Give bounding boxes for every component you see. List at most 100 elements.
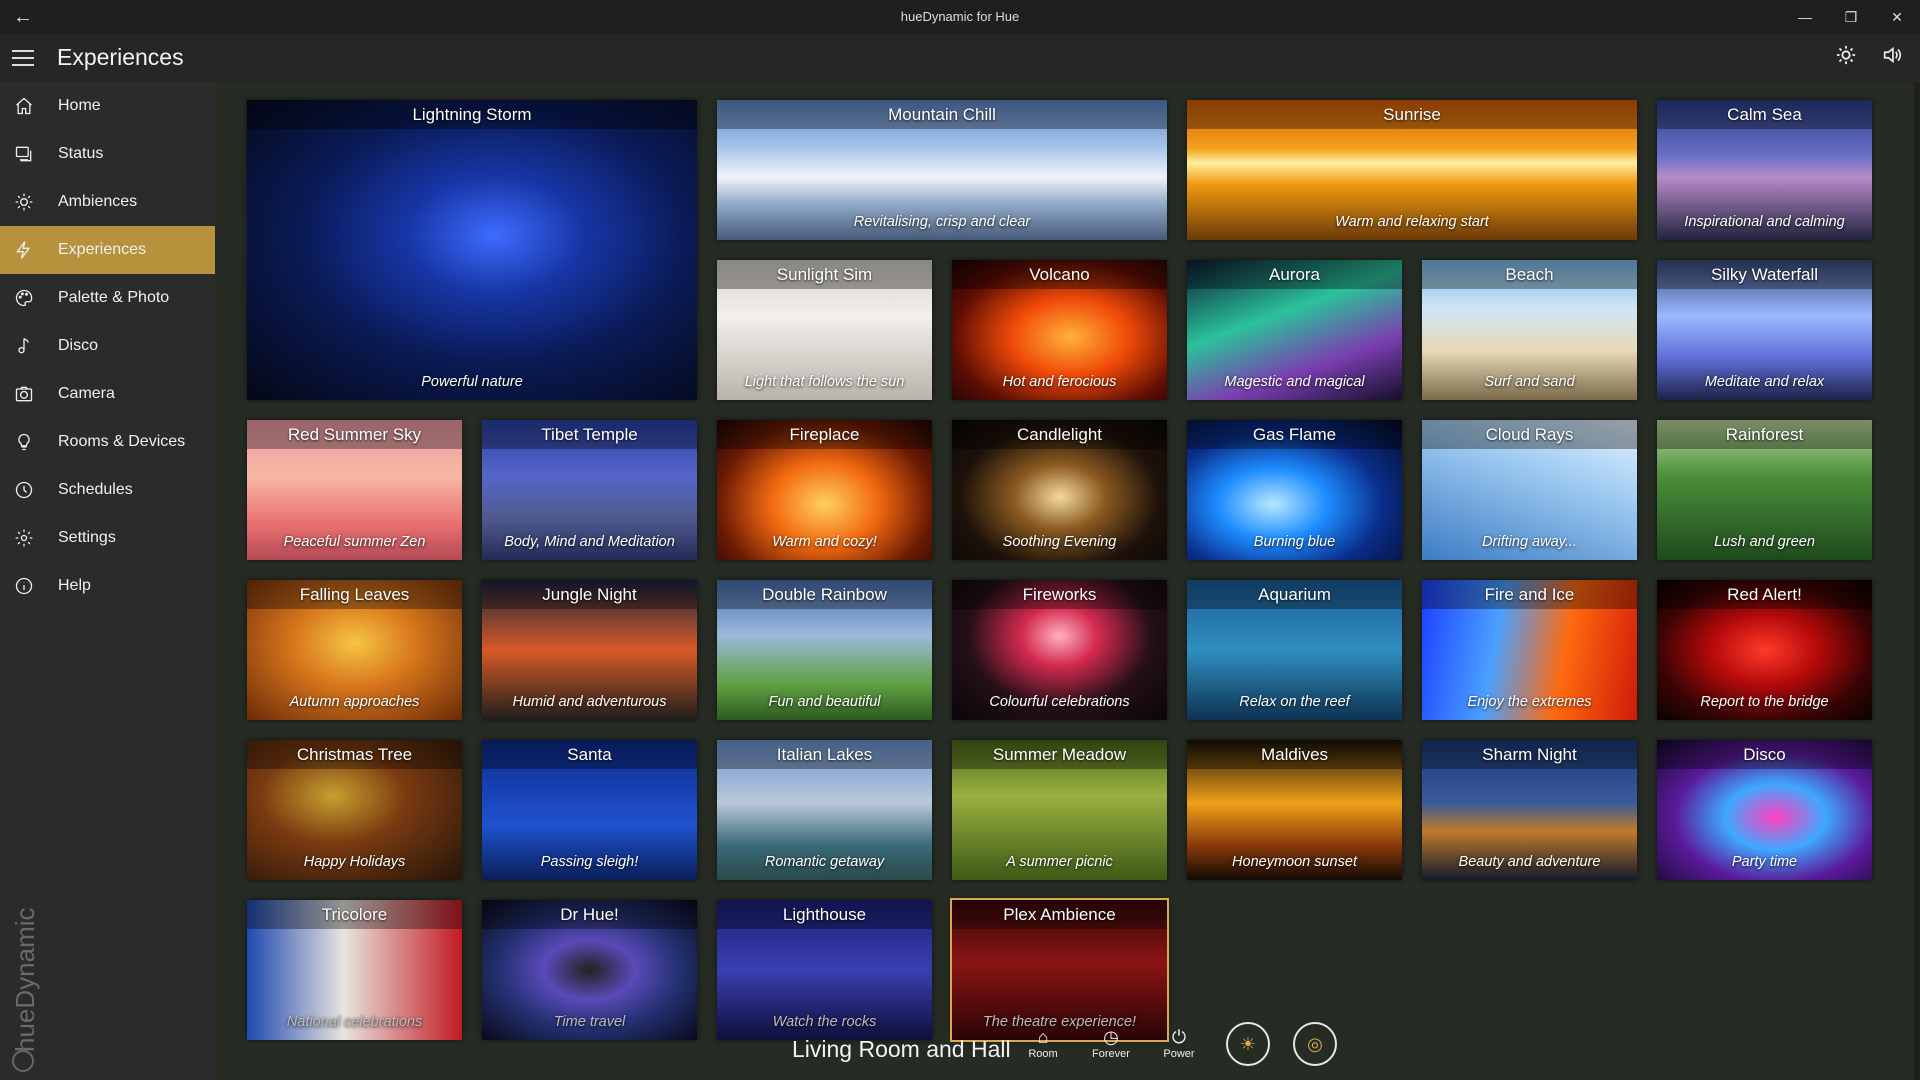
experience-tile-santa[interactable]: Santa Passing sleigh!	[482, 740, 697, 880]
tile-title: Tricolore	[247, 900, 462, 929]
tile-subtitle: Drifting away...	[1482, 534, 1577, 550]
minimize-button[interactable]: —	[1782, 0, 1828, 34]
experience-tile-calm-sea[interactable]: Calm Sea Inspirational and calming	[1657, 100, 1872, 240]
tile-subtitle: Light that follows the sun	[744, 374, 905, 390]
tile-title: Maldives	[1187, 740, 1402, 769]
sidebar-item-help[interactable]: Help	[0, 562, 215, 610]
experience-tile-fireworks[interactable]: Fireworks Colourful celebrations	[952, 580, 1167, 720]
scrollbar[interactable]	[1914, 82, 1920, 1080]
clock-icon	[12, 478, 36, 502]
tile-subtitle: Party time	[1731, 854, 1798, 870]
tile-title: Rainforest	[1657, 420, 1872, 449]
sidebar-item-palette-photo[interactable]: Palette & Photo	[0, 274, 215, 322]
tile-title: Santa	[482, 740, 697, 769]
experience-tile-lightning-storm[interactable]: Lightning Storm Powerful nature	[247, 100, 697, 400]
tile-title: Jungle Night	[482, 580, 697, 609]
restore-button[interactable]: ❐	[1828, 0, 1874, 34]
experience-tile-aquarium[interactable]: Aquarium Relax on the reef	[1187, 580, 1402, 720]
tile-subtitle: Powerful nature	[421, 374, 523, 390]
close-button[interactable]: ✕	[1874, 0, 1920, 34]
experience-tile-fireplace[interactable]: Fireplace Warm and cozy!	[717, 420, 932, 560]
tile-subtitle: Autumn approaches	[289, 694, 420, 710]
tile-subtitle: Body, Mind and Meditation	[504, 534, 675, 550]
experience-tile-red-summer-sky[interactable]: Red Summer Sky Peaceful summer Zen	[247, 420, 462, 560]
experience-tile-sunlight-sim[interactable]: Sunlight Sim Light that follows the sun	[717, 260, 932, 400]
tile-title: Christmas Tree	[247, 740, 462, 769]
tile-subtitle: National celebrations	[286, 1014, 423, 1030]
experience-tile-disco[interactable]: Disco Party time	[1657, 740, 1872, 880]
sidebar-item-label: Rooms & Devices	[58, 433, 186, 450]
speed-dial-button[interactable]: ◎	[1293, 1022, 1337, 1066]
experience-tile-rainforest[interactable]: Rainforest Lush and green	[1657, 420, 1872, 560]
experience-tile-sunrise[interactable]: Sunrise Warm and relaxing start	[1187, 100, 1637, 240]
sidebar-item-status[interactable]: Status	[0, 130, 215, 178]
sidebar-item-ambiences[interactable]: Ambiences	[0, 178, 215, 226]
brightness-icon[interactable]	[1832, 44, 1860, 72]
experience-tile-aurora[interactable]: Aurora Magestic and magical	[1187, 260, 1402, 400]
tile-title: Red Alert!	[1657, 580, 1872, 609]
sidebar-item-schedules[interactable]: Schedules	[0, 466, 215, 514]
experience-tile-tibet-temple[interactable]: Tibet Temple Body, Mind and Meditation	[482, 420, 697, 560]
tile-subtitle: Honeymoon sunset	[1232, 854, 1357, 870]
tile-title: Mountain Chill	[717, 100, 1167, 129]
tile-title: Lighthouse	[717, 900, 932, 929]
experience-tile-double-rainbow[interactable]: Double Rainbow Fun and beautiful	[717, 580, 932, 720]
lightning-icon	[12, 238, 36, 262]
experience-tile-gas-flame[interactable]: Gas Flame Burning blue	[1187, 420, 1402, 560]
camera-icon	[12, 382, 36, 406]
experience-tile-red-alert[interactable]: Red Alert! Report to the bridge	[1657, 580, 1872, 720]
tile-title: Italian Lakes	[717, 740, 932, 769]
tile-title: Calm Sea	[1657, 100, 1872, 129]
tile-subtitle: Inspirational and calming	[1684, 214, 1845, 230]
sidebar-item-label: Home	[58, 97, 101, 114]
experience-tile-tricolore[interactable]: Tricolore National celebrations	[247, 900, 462, 1040]
tile-title: Summer Meadow	[952, 740, 1167, 769]
tile-title: Fireworks	[952, 580, 1167, 609]
window-controls: — ❐ ✕	[1782, 0, 1920, 34]
sidebar-item-home[interactable]: Home	[0, 82, 215, 130]
music-note-icon	[12, 334, 36, 358]
home-icon	[12, 94, 36, 118]
sidebar-item-camera[interactable]: Camera	[0, 370, 215, 418]
tile-title: Fire and Ice	[1422, 580, 1637, 609]
sidebar-item-label: Camera	[58, 385, 115, 402]
experience-tile-christmas-tree[interactable]: Christmas Tree Happy Holidays	[247, 740, 462, 880]
hamburger-menu-icon[interactable]	[12, 46, 34, 70]
tile-subtitle: Magestic and magical	[1224, 374, 1365, 390]
tile-title: Candlelight	[952, 420, 1167, 449]
experience-tile-volcano[interactable]: Volcano Hot and ferocious	[952, 260, 1167, 400]
experience-tile-falling-leaves[interactable]: Falling Leaves Autumn approaches	[247, 580, 462, 720]
tile-title: Fireplace	[717, 420, 932, 449]
power-button[interactable]: ⏻ Power	[1152, 1026, 1206, 1060]
tile-title: Falling Leaves	[247, 580, 462, 609]
speaker-icon[interactable]	[1878, 44, 1906, 72]
experience-tile-fire-and-ice[interactable]: Fire and Ice Enjoy the extremes	[1422, 580, 1637, 720]
sidebar-item-rooms-devices[interactable]: Rooms & Devices	[0, 418, 215, 466]
experience-tile-dr-hue[interactable]: Dr Hue! Time travel	[482, 900, 697, 1040]
brightness-dial-button[interactable]: ☀	[1226, 1022, 1270, 1066]
experience-tile-cloud-rays[interactable]: Cloud Rays Drifting away...	[1422, 420, 1637, 560]
app-title: hueDynamic for Hue	[900, 9, 1020, 24]
forever-button[interactable]: ◷ Forever	[1084, 1026, 1138, 1060]
experience-tile-italian-lakes[interactable]: Italian Lakes Romantic getaway	[717, 740, 932, 880]
tile-title: Sunrise	[1187, 100, 1637, 129]
experience-tile-maldives[interactable]: Maldives Honeymoon sunset	[1187, 740, 1402, 880]
sidebar: Home Status Ambiences Experiences Palette & …	[0, 82, 215, 1080]
experience-tile-mountain-chill[interactable]: Mountain Chill Revitalising, crisp and cl…	[717, 100, 1167, 240]
experience-tile-summer-meadow[interactable]: Summer Meadow A summer picnic	[952, 740, 1167, 880]
experience-tile-silky-waterfall[interactable]: Silky Waterfall Meditate and relax	[1657, 260, 1872, 400]
speed-icon: ◎	[1307, 1033, 1323, 1054]
sidebar-item-experiences[interactable]: Experiences	[0, 226, 215, 274]
experience-tile-candlelight[interactable]: Candlelight Soothing Evening	[952, 420, 1167, 560]
tile-subtitle: Time travel	[553, 1014, 626, 1030]
room-button[interactable]: ⌂ Room	[1016, 1026, 1070, 1060]
tile-subtitle: Burning blue	[1253, 534, 1336, 550]
experience-tile-sharm-night[interactable]: Sharm Night Beauty and adventure	[1422, 740, 1637, 880]
sidebar-item-settings[interactable]: Settings	[0, 514, 215, 562]
experience-tile-beach[interactable]: Beach Surf and sand	[1422, 260, 1637, 400]
tile-subtitle: Lush and green	[1714, 534, 1815, 550]
tile-title: Double Rainbow	[717, 580, 932, 609]
sidebar-item-disco[interactable]: Disco	[0, 322, 215, 370]
experience-tile-jungle-night[interactable]: Jungle Night Humid and adventurous	[482, 580, 697, 720]
page-header: Experiences	[0, 34, 1920, 82]
